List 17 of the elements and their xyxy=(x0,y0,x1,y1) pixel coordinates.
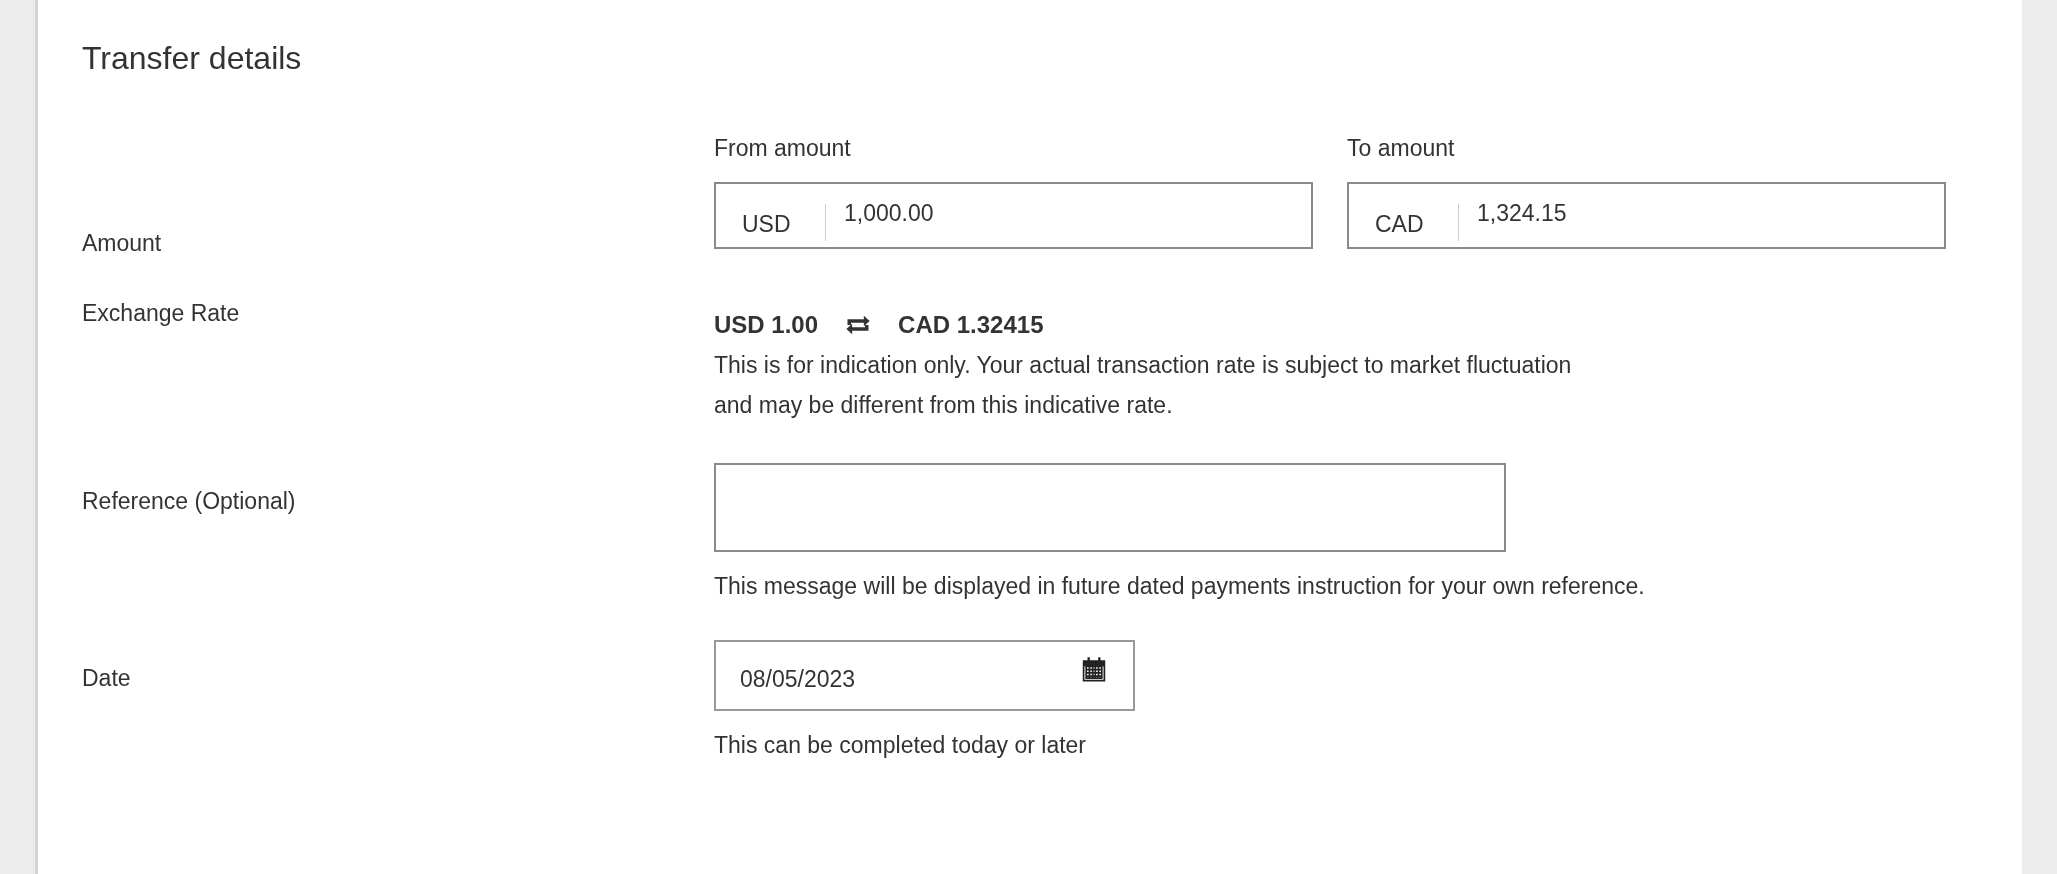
amount-field[interactable]: USD 1,000.00 xyxy=(714,182,1313,249)
field-heading: From amount xyxy=(714,134,852,162)
rate-to: CAD 1.32415 xyxy=(898,311,1044,339)
field-label: Date xyxy=(82,664,132,693)
rate-note: This is for indication only. Your actual transaction rate is subject to market fluctuation and may be different from this indicative rate. xyxy=(714,351,1572,420)
help-text: This can be completed today or later xyxy=(714,731,1087,759)
amount-field[interactable]: CAD 1,324.15 xyxy=(1347,182,1946,249)
field-heading: To amount xyxy=(1347,134,1456,162)
rate-from: USD 1.00 xyxy=(714,311,819,339)
help-text: This message will be displayed in future dated payments instruction for your own reference. xyxy=(714,572,1645,600)
field-label: Reference (Optional) xyxy=(82,487,297,516)
field-label: Amount xyxy=(82,229,163,257)
date-field[interactable]: 08/05/2023 xyxy=(714,640,1135,711)
reference-field[interactable] xyxy=(714,463,1506,552)
field-label: Exchange Rate xyxy=(82,299,241,328)
calendar-icon[interactable] xyxy=(1081,655,1107,682)
section-title: Transfer details xyxy=(82,39,303,78)
